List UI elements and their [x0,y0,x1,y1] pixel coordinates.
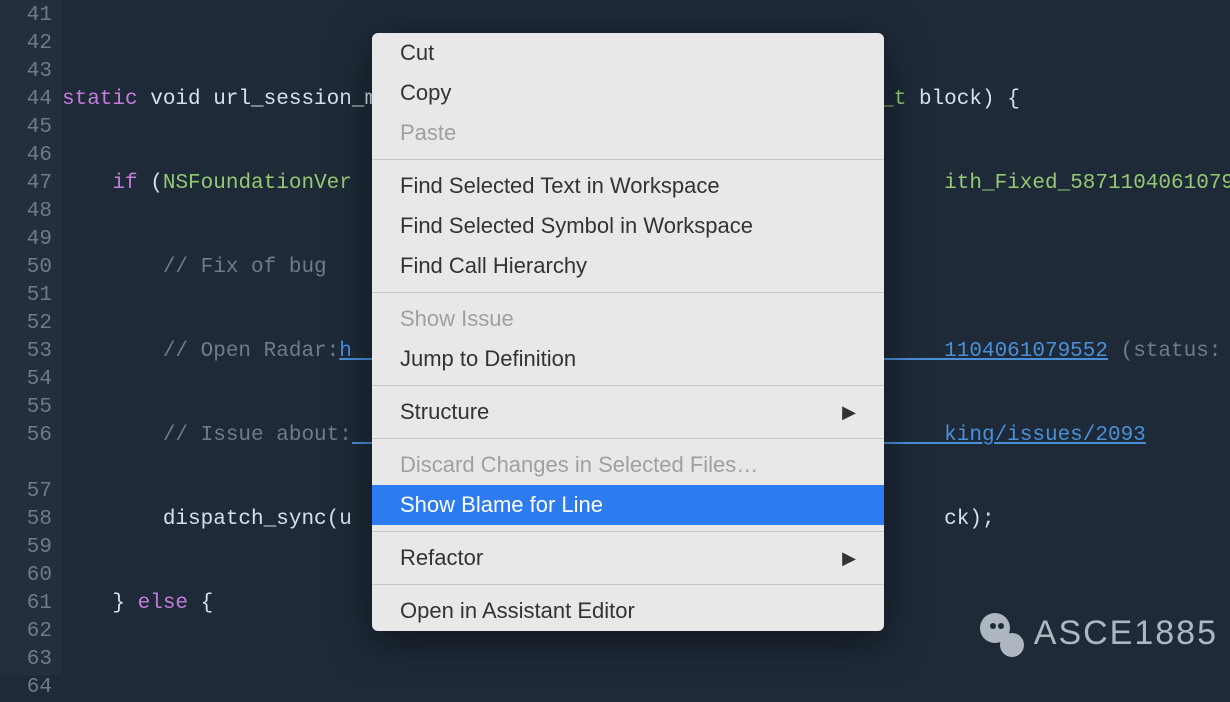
menu-item-discard-changes: Discard Changes in Selected Files… [372,445,884,485]
menu-item-show-blame[interactable]: Show Blame for Line [372,485,884,525]
line-number: 50 [0,254,62,282]
line-number: 48 [0,198,62,226]
line-number: 63 [0,646,62,674]
menu-separator [372,584,884,585]
wechat-icon [976,609,1024,657]
line-number: 55 [0,394,62,422]
line-number: 43 [0,58,62,86]
menu-separator [372,531,884,532]
menu-item-find-symbol[interactable]: Find Selected Symbol in Workspace [372,206,884,246]
line-number: 54 [0,366,62,394]
watermark-text: ASCE1885 [1034,614,1218,653]
menu-item-find-call-hierarchy[interactable]: Find Call Hierarchy [372,246,884,286]
watermark: ASCE1885 [976,609,1218,657]
line-number: 53 [0,338,62,366]
menu-item-copy[interactable]: Copy [372,73,884,113]
menu-item-open-assistant[interactable]: Open in Assistant Editor [372,591,884,631]
menu-separator [372,438,884,439]
line-number: 61 [0,590,62,618]
line-number: 59 [0,534,62,562]
line-number: 42 [0,30,62,58]
menu-item-refactor[interactable]: Refactor▶ [372,538,884,578]
line-gutter: 41 42 43 44 45 46 47 48 49 50 51 52 53 5… [0,0,62,675]
submenu-arrow-icon: ▶ [842,548,856,569]
line-number [0,450,62,478]
menu-item-find-text[interactable]: Find Selected Text in Workspace [372,166,884,206]
line-number: 44 [0,86,62,114]
menu-separator [372,385,884,386]
line-number: 64 [0,674,62,702]
line-number: 56 [0,422,62,450]
line-number: 49 [0,226,62,254]
line-number: 45 [0,114,62,142]
line-number: 41 [0,2,62,30]
context-menu: Cut Copy Paste Find Selected Text in Wor… [372,33,884,631]
menu-item-paste: Paste [372,113,884,153]
line-number: 60 [0,562,62,590]
line-number: 47 [0,170,62,198]
line-number: 52 [0,310,62,338]
menu-item-cut[interactable]: Cut [372,33,884,73]
line-number: 51 [0,282,62,310]
menu-item-structure[interactable]: Structure▶ [372,392,884,432]
menu-separator [372,292,884,293]
line-number: 46 [0,142,62,170]
line-number: 57 [0,478,62,506]
line-number: 58 [0,506,62,534]
menu-item-show-issue: Show Issue [372,299,884,339]
menu-separator [372,159,884,160]
line-number: 62 [0,618,62,646]
menu-item-jump-to-definition[interactable]: Jump to Definition [372,339,884,379]
submenu-arrow-icon: ▶ [842,402,856,423]
